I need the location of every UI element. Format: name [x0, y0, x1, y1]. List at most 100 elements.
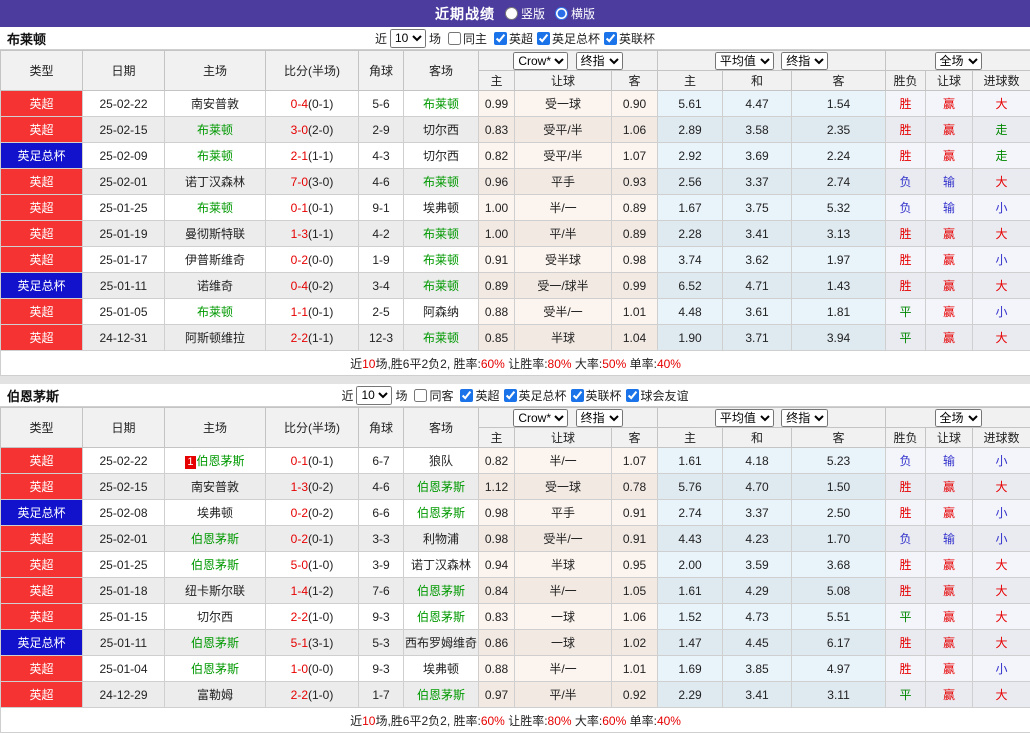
- result-text: 走: [996, 123, 1008, 137]
- euro-draw-odds-cell: 3.61: [723, 299, 792, 325]
- home-cell: 伯恩茅斯: [165, 630, 266, 656]
- league-checkbox[interactable]: [494, 32, 507, 45]
- scope-select[interactable]: 全场: [935, 409, 982, 427]
- league-cell: 英超: [1, 195, 83, 221]
- same-venue-option: 同客: [410, 387, 453, 404]
- corner-cell: 4-3: [359, 143, 404, 169]
- home-team: 伯恩茅斯: [197, 454, 245, 468]
- away-team: 布莱顿: [423, 253, 459, 267]
- league-cell: 英足总杯: [1, 630, 83, 656]
- asia-home-odds-cell: 1.00: [479, 195, 515, 221]
- euro-draw-odds-cell: 4.47: [723, 91, 792, 117]
- handicap-result-cell: 赢: [926, 500, 973, 526]
- same-venue-checkbox[interactable]: [414, 389, 427, 402]
- away-cell: 狼队: [404, 448, 479, 474]
- home-team: 诺丁汉森林: [185, 175, 245, 189]
- asia-home-odds-cell: 0.83: [479, 604, 515, 630]
- layout-radio-vertical[interactable]: [505, 7, 518, 20]
- away-team: 埃弗顿: [423, 201, 459, 215]
- sub-header-result: 胜负: [886, 71, 926, 91]
- corner-cell: 9-1: [359, 195, 404, 221]
- odds-company-select[interactable]: Crow*: [513, 409, 568, 427]
- layout-label-vertical: 竖版: [521, 5, 545, 22]
- col-header-home: 主场: [165, 51, 266, 91]
- europe-avg-select[interactable]: 平均值: [715, 409, 774, 427]
- result-text: 负: [900, 175, 912, 189]
- euro-away-odds-cell: 1.50: [792, 474, 886, 500]
- home-team: 南安普敦: [191, 480, 239, 494]
- euro-draw-odds-cell: 3.41: [723, 221, 792, 247]
- asia-home-odds-cell: 0.97: [479, 682, 515, 708]
- league-checkbox[interactable]: [537, 32, 550, 45]
- euro-home-odds-cell: 1.47: [658, 630, 723, 656]
- league-label: 英联杯: [586, 387, 622, 404]
- euro-draw-odds-cell: 3.59: [723, 552, 792, 578]
- corner-cell: 2-9: [359, 117, 404, 143]
- match-result-cell: 负: [886, 448, 926, 474]
- europe-avg-select[interactable]: 平均值: [715, 52, 774, 70]
- scope-select[interactable]: 全场: [935, 52, 982, 70]
- league-checkbox[interactable]: [571, 389, 584, 402]
- sub-header-euro-away: 客: [792, 428, 886, 448]
- col-header-home: 主场: [165, 408, 266, 448]
- match-count-select[interactable]: 10: [390, 29, 426, 48]
- match-row: 英足总杯25-02-09布莱顿2-1(1-1)4-3切尔西0.82受平/半1.0…: [1, 143, 1030, 169]
- sub-header-result: 胜负: [886, 428, 926, 448]
- league-label: 英超: [509, 30, 533, 47]
- halftime-score: (1-0): [308, 610, 333, 624]
- summary-segment: 单率:: [626, 714, 657, 728]
- date-cell: 25-01-18: [83, 578, 165, 604]
- corner-cell: 5-6: [359, 91, 404, 117]
- league-cell: 英超: [1, 526, 83, 552]
- halftime-score: (0-1): [308, 454, 333, 468]
- same-venue-checkbox[interactable]: [448, 32, 461, 45]
- result-text: 平: [900, 305, 912, 319]
- league-cell: 英超: [1, 247, 83, 273]
- result-text: 赢: [943, 149, 955, 163]
- result-text: 大: [996, 584, 1008, 598]
- match-row: 英超25-02-15南安普敦1-3(0-2)4-6伯恩茅斯1.12受一球0.78…: [1, 474, 1030, 500]
- euro-home-odds-cell: 2.74: [658, 500, 723, 526]
- league-cell: 英足总杯: [1, 500, 83, 526]
- asia-home-odds-cell: 1.12: [479, 474, 515, 500]
- home-cell: 曼彻斯特联: [165, 221, 266, 247]
- europe-final-select[interactable]: 终指: [781, 409, 828, 427]
- corner-cell: 6-6: [359, 500, 404, 526]
- asia-away-odds-cell: 1.01: [612, 656, 658, 682]
- league-checkbox[interactable]: [626, 389, 639, 402]
- home-cell: 诺丁汉森林: [165, 169, 266, 195]
- asia-away-odds-cell: 1.01: [612, 299, 658, 325]
- league-checkbox[interactable]: [504, 389, 517, 402]
- halftime-score: (0-0): [308, 662, 333, 676]
- league-cell: 英超: [1, 656, 83, 682]
- layout-radio-horizontal[interactable]: [555, 7, 568, 20]
- result-text: 大: [996, 558, 1008, 572]
- odds-final-select[interactable]: 终指: [576, 409, 623, 427]
- home-cell: 布莱顿: [165, 117, 266, 143]
- away-cell: 布莱顿: [404, 247, 479, 273]
- europe-final-select[interactable]: 终指: [781, 52, 828, 70]
- euro-home-odds-cell: 5.76: [658, 474, 723, 500]
- away-team: 阿森纳: [423, 305, 459, 319]
- home-cell: 1伯恩茅斯: [165, 448, 266, 474]
- result-text: 大: [996, 97, 1008, 111]
- away-team: 布莱顿: [423, 331, 459, 345]
- home-cell: 埃弗顿: [165, 500, 266, 526]
- home-cell: 伊普斯维奇: [165, 247, 266, 273]
- league-checkbox[interactable]: [460, 389, 473, 402]
- match-result-cell: 负: [886, 526, 926, 552]
- halftime-score: (1-2): [308, 584, 333, 598]
- away-cell: 切尔西: [404, 143, 479, 169]
- league-label: 英联杯: [619, 30, 655, 47]
- odds-company-select[interactable]: Crow*: [513, 52, 568, 70]
- date-cell: 25-01-11: [83, 273, 165, 299]
- league-cell: 英超: [1, 91, 83, 117]
- league-checkbox[interactable]: [604, 32, 617, 45]
- summary-segment: 80%: [548, 357, 572, 371]
- corner-cell: 6-7: [359, 448, 404, 474]
- match-count-select[interactable]: 10: [356, 386, 392, 405]
- result-text: 小: [996, 454, 1008, 468]
- sub-header-handicap-result: 让球: [926, 71, 973, 91]
- match-result-cell: 胜: [886, 474, 926, 500]
- odds-final-select[interactable]: 终指: [576, 52, 623, 70]
